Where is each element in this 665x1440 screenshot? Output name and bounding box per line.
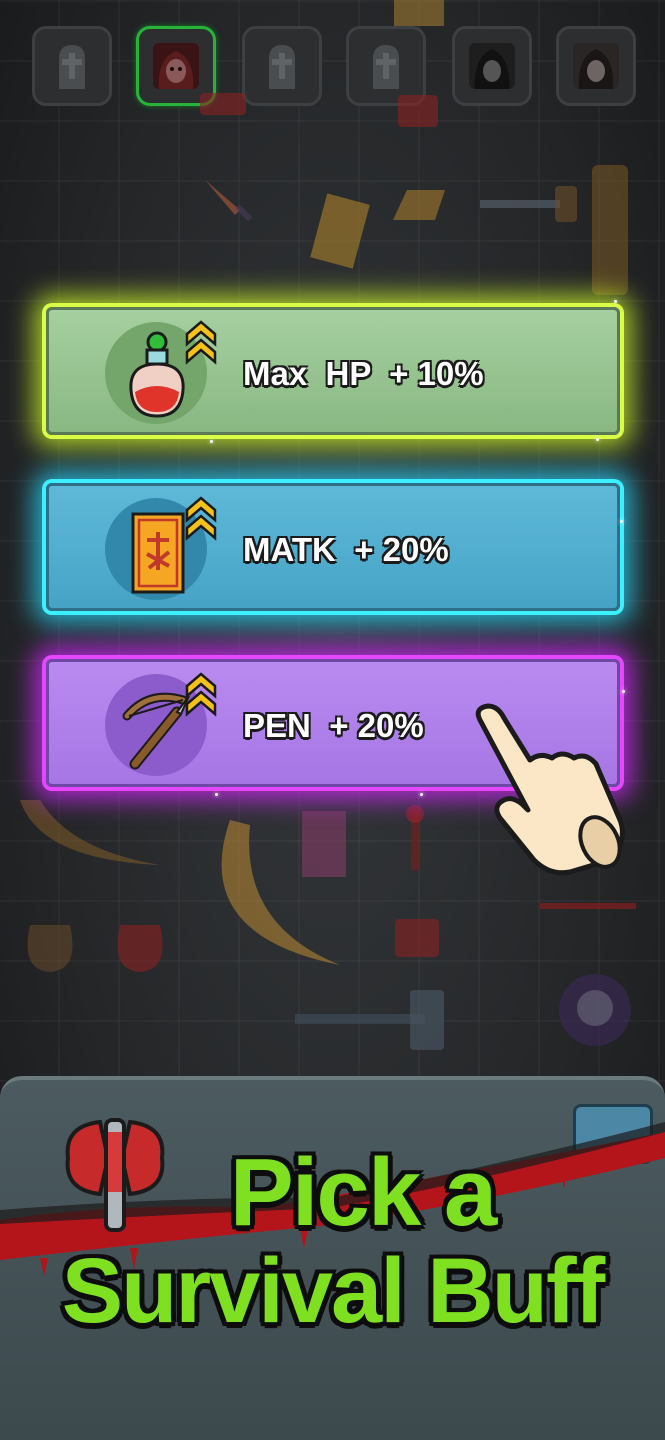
- dagger-icon: [205, 180, 253, 222]
- crossbow-icon: [122, 672, 217, 770]
- wand-icon: [406, 805, 424, 870]
- game-screen: Max HP + 10% MATK + 20% PEN + 20% Pick a…: [0, 0, 665, 1440]
- health-bar: [540, 903, 636, 909]
- sparkle: [215, 793, 218, 796]
- gold-bar-icon: [393, 190, 445, 220]
- talisman-icon: [310, 193, 370, 269]
- scroll-icon: [395, 919, 439, 957]
- buff-card-matk[interactable]: MATK + 20%: [46, 483, 620, 611]
- buff-label: Max HP + 10%: [243, 355, 484, 392]
- tombstone-icon: [59, 45, 85, 89]
- sparkle: [620, 520, 623, 523]
- hero-slot-5[interactable]: [452, 26, 532, 106]
- potion-icon: [129, 320, 217, 418]
- pouch-icon: [27, 925, 73, 972]
- ghost-enemy-icon: [559, 974, 631, 1046]
- hero-slot-1[interactable]: [32, 26, 112, 106]
- ghost-portrait-icon: [573, 43, 619, 89]
- scroll-icon: [398, 95, 438, 127]
- promo-title-line-1: Pick a: [229, 1139, 498, 1246]
- sparkle: [210, 440, 213, 443]
- sparkle: [614, 300, 617, 303]
- talisman-icon: [131, 496, 217, 594]
- pillar-icon: [592, 165, 628, 295]
- buff-label: PEN + 20%: [243, 707, 424, 744]
- sparkle: [596, 438, 599, 441]
- ghost-portrait-icon: [469, 43, 515, 89]
- hero-slot-bar: [32, 26, 652, 112]
- hero-slot-6[interactable]: [556, 26, 636, 106]
- buff-label: MATK + 20%: [243, 531, 449, 568]
- hammer-icon: [295, 990, 444, 1050]
- pointing-hand-icon: [475, 703, 625, 876]
- sparkle: [622, 690, 625, 693]
- promo-title-line-2: Survival Buff: [61, 1240, 605, 1342]
- scroll-icon: [200, 93, 246, 115]
- pouch-icon: [117, 925, 163, 972]
- talisman-icon: [394, 0, 444, 26]
- talisman-icon: [302, 811, 346, 877]
- tombstone-icon: [269, 45, 295, 89]
- boomerang-icon: [20, 800, 160, 865]
- sparkle: [420, 793, 423, 796]
- hammer-icon: [480, 186, 577, 222]
- buff-card-max-hp[interactable]: Max HP + 10%: [46, 307, 620, 435]
